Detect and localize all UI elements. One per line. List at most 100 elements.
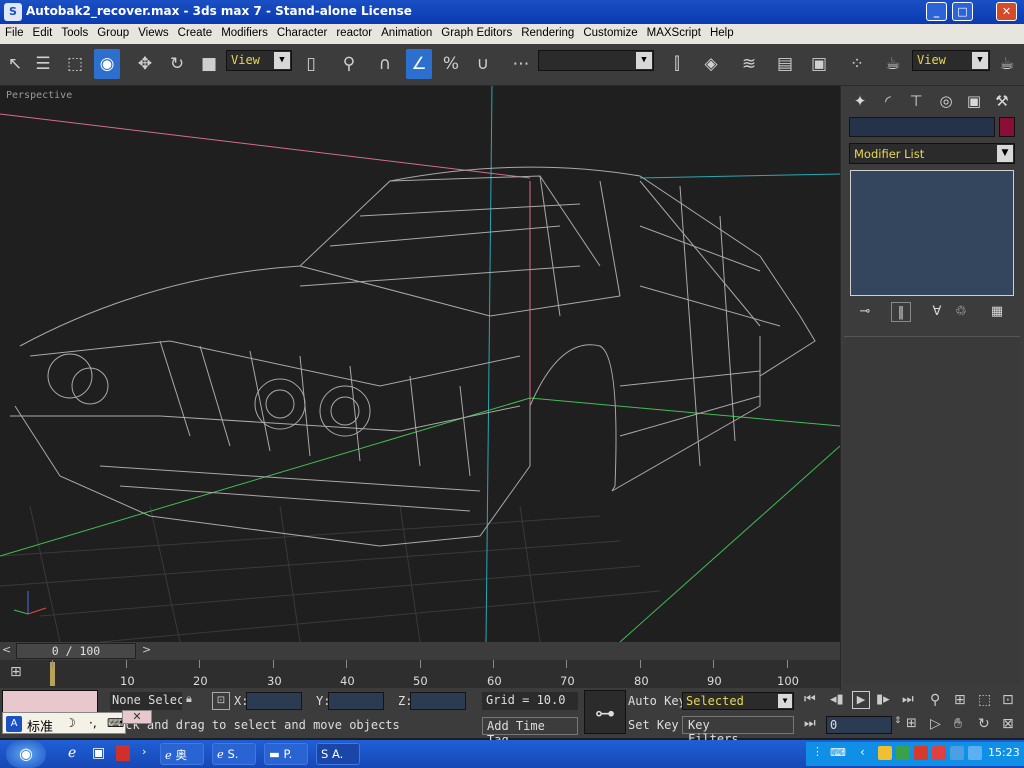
select-and-link-icon[interactable]: ⚲ xyxy=(336,49,362,79)
next-frame-icon[interactable]: ▮▸ xyxy=(876,692,890,707)
display-tab-icon[interactable]: ▣ xyxy=(961,89,987,113)
x-coordinate-field[interactable] xyxy=(246,692,302,710)
chevron-left-icon[interactable]: ‹ xyxy=(860,745,865,759)
minimize-button[interactable]: _ xyxy=(926,2,947,21)
close-button[interactable]: ✕ xyxy=(996,2,1017,21)
menu-create[interactable]: Create xyxy=(173,24,217,39)
menu-rendering[interactable]: Rendering xyxy=(516,24,578,39)
z-coordinate-field[interactable] xyxy=(410,692,466,710)
align-icon[interactable]: ◈ xyxy=(698,49,724,79)
object-name-field[interactable] xyxy=(849,117,995,137)
zoom-all-icon[interactable]: ⊞ xyxy=(954,692,966,708)
pan-icon[interactable]: ✋︎ xyxy=(954,716,962,732)
field-of-view-icon[interactable]: ▷ xyxy=(930,716,941,732)
clock[interactable]: 15:23 xyxy=(988,746,1020,759)
keyboard-icon[interactable]: ⌨ xyxy=(830,746,846,759)
start-button-icon[interactable]: ◉ xyxy=(6,740,46,768)
go-to-start-icon[interactable]: ⏮ xyxy=(804,692,816,707)
time-slider-thumb[interactable]: 0 / 100 xyxy=(16,643,136,659)
ie-icon[interactable]: ℯ xyxy=(68,745,76,761)
spinner-icon[interactable]: ⇕ xyxy=(894,716,902,726)
make-unique-icon[interactable]: ∀ xyxy=(927,302,947,322)
mirror-icon[interactable]: ⫿ xyxy=(664,49,690,79)
time-config-icon[interactable]: ⊞ xyxy=(906,716,917,731)
pdf-icon[interactable] xyxy=(932,746,946,760)
play-icon[interactable]: ▶ xyxy=(852,691,870,709)
quick-render-icon[interactable]: ☕ xyxy=(994,49,1020,79)
spinner-snap-icon[interactable]: ∪ xyxy=(470,49,496,79)
render-scene-icon[interactable]: ☕ xyxy=(880,49,906,79)
perspective-viewport[interactable]: Perspective xyxy=(0,86,840,642)
utilities-tab-icon[interactable]: ⚒ xyxy=(989,89,1015,113)
close-icon[interactable]: ✕ xyxy=(122,710,152,724)
y-coordinate-field[interactable] xyxy=(328,692,384,710)
menu-maxscript[interactable]: MAXScript xyxy=(642,24,705,39)
select-and-move-icon[interactable]: ✥ xyxy=(132,49,158,79)
rectangle-selection-icon[interactable]: ⬚ xyxy=(62,49,88,79)
tray-expand-icon[interactable]: ⋮ xyxy=(812,745,823,758)
add-time-tag-button[interactable]: Add Time Tag xyxy=(482,717,578,747)
network-icon[interactable] xyxy=(968,746,982,760)
zoom-extents-icon[interactable]: ⬚ xyxy=(978,692,991,708)
menu-graph-editors[interactable]: Graph Editors xyxy=(436,24,516,39)
key-mode-dropdown[interactable]: Selected ▼ xyxy=(682,692,794,710)
taskbar-item-active[interactable]: S A. xyxy=(316,743,360,765)
arc-rotate-icon[interactable]: ↻ xyxy=(978,716,990,732)
absolute-mode-toggle-icon[interactable]: ⊡ xyxy=(212,692,230,710)
angle-snap-icon[interactable]: ∠ xyxy=(406,49,432,79)
snaps-toggle-icon[interactable]: ∩ xyxy=(372,49,398,79)
window-crossing-icon[interactable]: ◉ xyxy=(94,49,120,79)
tray-app-icon[interactable] xyxy=(896,746,910,760)
menu-group[interactable]: Group xyxy=(92,24,133,39)
create-tab-icon[interactable]: ✦ xyxy=(847,89,873,113)
material-editor-icon[interactable]: ⁘ xyxy=(844,49,870,79)
zoom-icon[interactable]: ⚲ xyxy=(930,692,940,708)
menu-edit[interactable]: Edit xyxy=(28,24,57,39)
previous-frame-icon[interactable]: ◂▮ xyxy=(830,692,844,707)
configure-modifier-sets-icon[interactable]: ▦ xyxy=(987,302,1007,322)
taskbar-item[interactable]: ▬ P. xyxy=(264,743,308,765)
set-key-button[interactable]: Set Key xyxy=(628,718,679,732)
pivot-point-icon[interactable]: ▯ xyxy=(298,49,324,79)
quicklaunch-more-icon[interactable]: › xyxy=(142,745,146,758)
curve-editor-icon[interactable]: ▤ xyxy=(772,49,798,79)
current-frame-field[interactable]: 0 xyxy=(826,716,892,734)
select-and-scale-icon[interactable]: ■ xyxy=(196,49,222,79)
key-filters-button[interactable]: Key Filters... xyxy=(682,716,794,746)
app-quicklaunch-icon[interactable] xyxy=(116,745,130,761)
mini-curve-editor-icon[interactable]: ⊞ xyxy=(10,664,30,684)
maxscript-listener-mini[interactable] xyxy=(2,690,98,714)
reference-coord-dropdown[interactable]: View ▼ xyxy=(226,50,292,71)
time-slider[interactable]: < 0 / 100 > xyxy=(0,642,840,660)
layer-manager-icon[interactable]: ≋ xyxy=(736,49,762,79)
percent-snap-icon[interactable]: % xyxy=(438,49,464,79)
ime-punct-icon[interactable]: ·, xyxy=(89,716,97,730)
ime-mode[interactable]: 标准 xyxy=(27,716,53,735)
users-icon[interactable] xyxy=(950,746,964,760)
lock-selection-icon[interactable]: 🔒︎ xyxy=(186,692,192,706)
schematic-view-icon[interactable]: ▣ xyxy=(806,49,832,79)
select-and-rotate-icon[interactable]: ↻ xyxy=(164,49,190,79)
ime-moon-icon[interactable]: ☽ xyxy=(65,716,76,730)
pin-stack-icon[interactable]: ⊸ xyxy=(855,302,875,322)
zoom-extents-all-icon[interactable]: ⊡ xyxy=(1002,692,1014,708)
modifier-stack[interactable] xyxy=(850,170,1014,296)
menu-tools[interactable]: Tools xyxy=(56,24,92,39)
remove-modifier-icon[interactable]: ♲ xyxy=(951,302,971,322)
motion-tab-icon[interactable]: ◎ xyxy=(933,89,959,113)
menu-character[interactable]: Character xyxy=(272,24,332,39)
modifier-list-dropdown[interactable]: Modifier List ▼ xyxy=(849,143,1015,164)
select-by-name-icon[interactable]: ☰ xyxy=(30,49,56,79)
named-selection-dropdown[interactable]: ▼ xyxy=(538,50,654,71)
app-icon[interactable]: S xyxy=(4,3,22,21)
select-object-icon[interactable]: ↖ xyxy=(2,49,28,79)
key-mode-toggle-icon[interactable]: ⏭ xyxy=(804,716,816,731)
go-to-end-icon[interactable]: ⏭ xyxy=(902,692,914,707)
edit-named-selection-icon[interactable]: ⋯ xyxy=(508,49,534,79)
ime-logo-icon[interactable]: A xyxy=(6,716,22,732)
maximize-viewport-icon[interactable]: ⊠ xyxy=(1002,716,1014,732)
track-bar[interactable]: ⊞ 10 20 30 40 50 60 70 80 90 100 xyxy=(0,660,840,688)
menu-reactor[interactable]: reactor xyxy=(331,24,376,39)
taskbar-item[interactable]: ℯ S. xyxy=(212,743,256,765)
qq-icon[interactable] xyxy=(878,746,892,760)
